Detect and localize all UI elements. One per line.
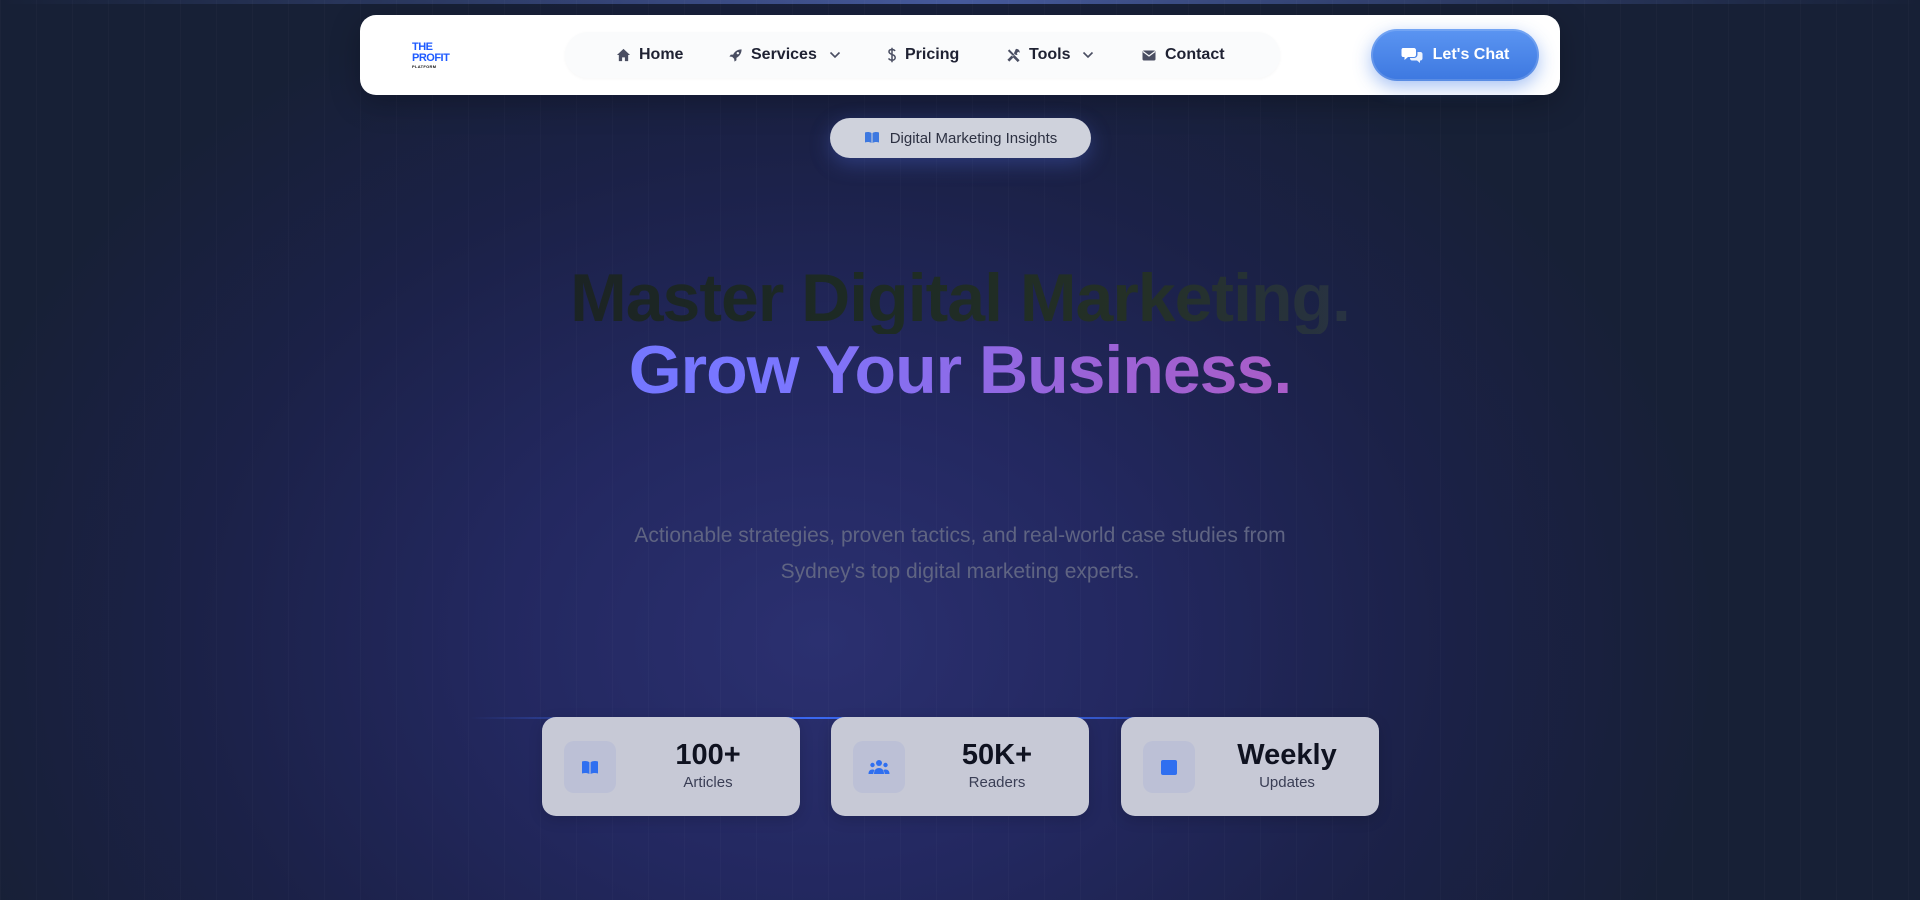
calendar-icon (1143, 741, 1195, 793)
stat-card-updates: Weekly Updates (1121, 717, 1379, 816)
dollar-icon (887, 47, 897, 63)
insights-badge: Digital Marketing Insights (830, 118, 1091, 158)
lets-chat-button[interactable]: Let's Chat (1371, 29, 1539, 81)
users-icon (853, 741, 905, 793)
hero-headline: Master Digital Marketing. Grow Your Busi… (360, 262, 1560, 406)
chevron-down-icon (1082, 49, 1094, 61)
envelope-icon (1141, 47, 1157, 63)
logo-line-3: PLATFORM (412, 64, 437, 69)
stat-label-updates: Updates (1259, 774, 1315, 791)
stat-card-articles: 100+ Articles (542, 717, 800, 816)
book-icon (564, 741, 616, 793)
stat-value-articles: 100+ (675, 739, 741, 771)
tools-icon (1005, 47, 1021, 63)
chat-icon (1401, 46, 1423, 64)
book-open-icon (864, 131, 880, 145)
nav-item-home[interactable]: Home (615, 32, 683, 78)
stat-value-readers: 50K+ (961, 739, 1033, 771)
nav-item-pricing[interactable]: Pricing (887, 32, 959, 78)
headline-line-1: Master Digital Marketing. (360, 262, 1560, 334)
nav-menu: Home Services Pricing Tools Contact (565, 32, 1280, 78)
headline-line-2: Grow Your Business. (360, 334, 1560, 406)
nav-label-pricing: Pricing (905, 46, 960, 63)
rocket-icon (727, 47, 743, 63)
subtitle-line-2: Sydney's top digital marketing experts. (780, 560, 1140, 583)
nav-item-tools[interactable]: Tools (1005, 32, 1094, 78)
chevron-down-icon (829, 49, 841, 61)
nav-item-services[interactable]: Services (727, 32, 841, 78)
hero-subtitle: Actionable strategies, proven tactics, a… (560, 518, 1360, 590)
lets-chat-label: Let's Chat (1432, 46, 1510, 63)
nav-label-services: Services (751, 46, 817, 63)
stat-value-updates: Weekly (1237, 739, 1337, 771)
nav-label-home: Home (639, 46, 684, 63)
nav-label-contact: Contact (1165, 46, 1225, 63)
nav-item-contact[interactable]: Contact (1141, 32, 1225, 78)
badge-label: Digital Marketing Insights (889, 129, 1058, 147)
navbar: THE PROFIT PLATFORM Home Services Pricin… (360, 15, 1560, 95)
subtitle-line-1: Actionable strategies, proven tactics, a… (634, 524, 1286, 547)
stat-label-readers: Readers (968, 774, 1026, 791)
home-icon (615, 47, 631, 63)
stat-card-readers: 50K+ Readers (831, 717, 1089, 816)
logo[interactable]: THE PROFIT PLATFORM (412, 42, 468, 70)
logo-line-2: PROFIT (412, 52, 450, 64)
top-glow (0, 0, 1920, 4)
stat-label-articles: Articles (683, 774, 733, 791)
nav-label-tools: Tools (1029, 46, 1071, 63)
